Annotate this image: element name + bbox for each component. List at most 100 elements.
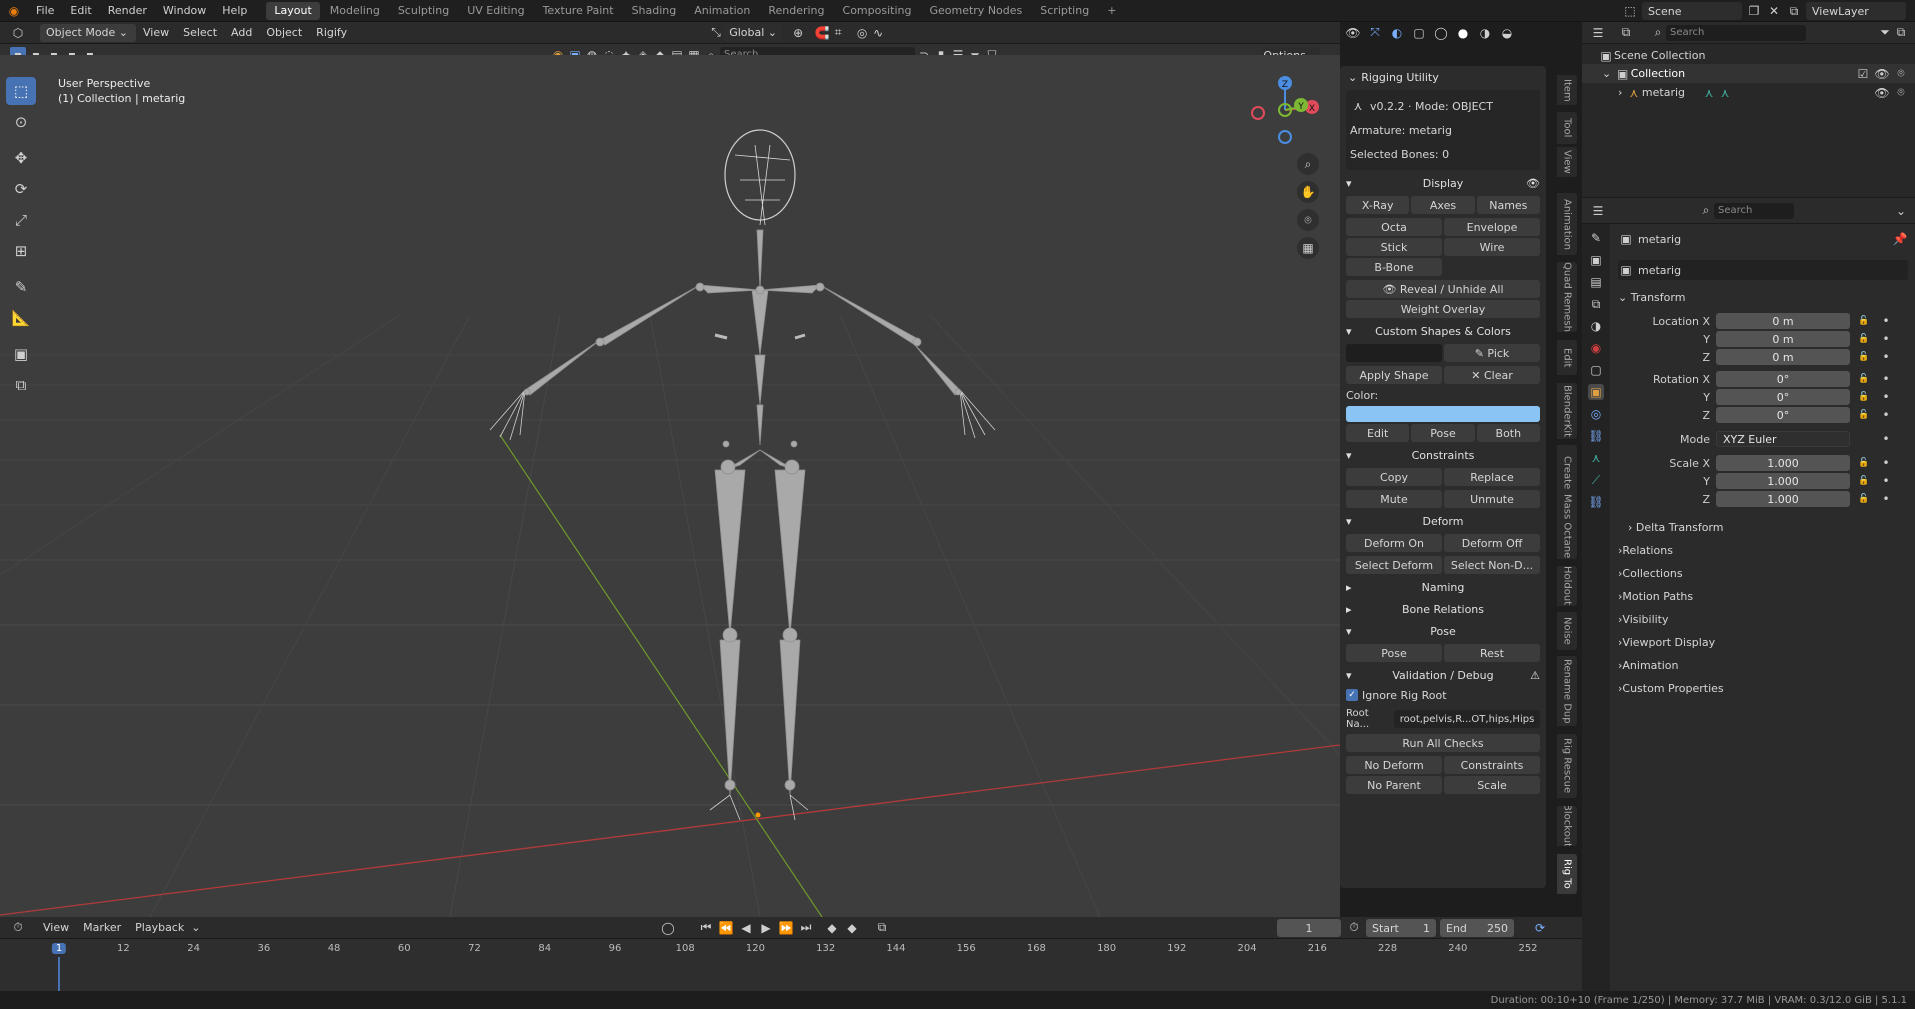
blender-logo-icon[interactable]: ◉ (6, 3, 22, 19)
lock-icon[interactable]: 🔓 (1856, 313, 1872, 329)
end-frame-field[interactable]: End 250 (1440, 919, 1514, 937)
eye-icon[interactable]: 👁 (1874, 85, 1890, 101)
bone-relations-section-header[interactable]: ▸ Bone Relations (1346, 598, 1540, 620)
scale-x-field[interactable]: 1.000 (1716, 455, 1850, 471)
keyframe-dot-icon[interactable]: • (1878, 455, 1894, 471)
side-tab-view[interactable]: View (1557, 147, 1577, 177)
tab-modeling[interactable]: Modeling (322, 2, 388, 20)
side-tab-rig-rescue[interactable]: Rig Rescue (1557, 734, 1577, 798)
run-all-checks-button[interactable]: Run All Checks (1346, 734, 1540, 752)
side-tab-mass-octane[interactable]: Mass Octane (1557, 494, 1577, 559)
rotation-y-field[interactable]: 0° (1716, 389, 1850, 405)
wire-button[interactable]: Wire (1444, 238, 1540, 256)
properties-editor-icon[interactable]: ☰ (1590, 203, 1606, 219)
rotation-x-field[interactable]: 0° (1716, 371, 1850, 387)
bone-color-swatch[interactable] (1346, 406, 1540, 422)
names-button[interactable]: Names (1476, 196, 1540, 214)
tab-uv-editing[interactable]: UV Editing (459, 2, 532, 20)
rig-panel-header[interactable]: ⌄ Rigging Utility (1340, 66, 1546, 88)
xray-button[interactable]: X-Ray (1346, 196, 1410, 214)
tab-animation[interactable]: Animation (686, 2, 758, 20)
new-collection-icon[interactable]: ⧉ (1893, 25, 1909, 41)
edit-color-button[interactable]: Edit (1346, 424, 1410, 442)
proportional-edit-icon[interactable]: ◎ (854, 25, 870, 41)
octa-button[interactable]: Octa (1346, 218, 1442, 236)
section-collections[interactable]: › Collections (1618, 561, 1908, 584)
properties-search-input[interactable]: Search (1714, 202, 1794, 219)
both-color-button[interactable]: Both (1476, 424, 1540, 442)
shape-object-field[interactable] (1346, 344, 1442, 362)
object-datablock-field[interactable]: ▣ metarig (1618, 260, 1908, 280)
select-non-deform-button[interactable]: Select Non-D... (1444, 556, 1540, 574)
view-layer-tab-icon[interactable]: ⧉ (1588, 296, 1604, 312)
tab-layout[interactable]: Layout (266, 1, 320, 20)
pick-button[interactable]: ✎ Pick (1444, 344, 1540, 362)
render-tab-icon[interactable]: ▣ (1588, 252, 1604, 268)
keyframe-dot-icon[interactable]: • (1878, 491, 1894, 507)
keyframe-dot-icon[interactable]: • (1878, 389, 1894, 405)
tab-sculpting[interactable]: Sculpting (390, 2, 457, 20)
constraints-check-button[interactable]: Constraints (1444, 756, 1540, 774)
pivot-icon[interactable]: ⊕ (790, 25, 806, 41)
deform-on-button[interactable]: Deform On (1346, 534, 1442, 552)
add-workspace-button[interactable]: + (1099, 2, 1124, 20)
tab-shading[interactable]: Shading (624, 2, 685, 20)
keyframe-dot-icon[interactable]: • (1878, 473, 1894, 489)
side-tab-noise[interactable]: Noise (1557, 612, 1577, 650)
mode-selector[interactable]: Object Mode ⌄ (40, 23, 136, 42)
lock-icon[interactable]: 🔓 (1856, 371, 1872, 387)
armature-metarig[interactable] (489, 129, 996, 821)
menu-view[interactable]: View (136, 26, 176, 39)
scale-check-button[interactable]: Scale (1444, 776, 1540, 794)
weight-overlay-button[interactable]: Weight Overlay (1346, 300, 1540, 318)
gizmo-neg-z[interactable] (1278, 130, 1292, 144)
deform-off-button[interactable]: Deform Off (1444, 534, 1540, 552)
lock-icon[interactable]: 🔓 (1856, 349, 1872, 365)
zoom-icon[interactable]: ⌕ (1297, 153, 1319, 175)
outliner-search-input[interactable]: Search (1666, 24, 1806, 41)
menu-rigify[interactable]: Rigify (309, 26, 354, 39)
side-tab-quad-remesh[interactable]: Quad Remesh (1557, 262, 1577, 332)
side-tab-create[interactable]: Create (1557, 445, 1577, 500)
cursor-tool-icon[interactable]: ⊙ (6, 108, 36, 136)
tab-rendering[interactable]: Rendering (760, 2, 832, 20)
lock-icon[interactable]: 🔓 (1856, 407, 1872, 423)
3d-viewport[interactable]: User Perspective (1) Collection | metari… (0, 55, 1340, 917)
side-tab-blockout[interactable]: Blockout (1557, 806, 1577, 846)
metarig-row[interactable]: › ⋏ metarig ⋏ ⋏ 👁 ⌾ (1582, 83, 1915, 102)
rotate-tool-icon[interactable]: ⟳ (6, 175, 36, 203)
side-tab-rig-to[interactable]: Rig To (1557, 854, 1577, 894)
side-tab-holdout[interactable]: Holdout (1557, 566, 1577, 606)
section-animation[interactable]: › Animation (1618, 653, 1908, 676)
transform-orientation-selector[interactable]: Global ⌄ (724, 23, 783, 42)
view-layer-selector[interactable]: ViewLayer (1806, 2, 1906, 20)
bone-constraints-tab-icon[interactable]: ⛓ (1588, 494, 1604, 510)
checkbox-icon[interactable]: ☑ (1855, 66, 1871, 82)
section-relations[interactable]: › Relations (1618, 538, 1908, 561)
timeline-menu-marker[interactable]: Marker (76, 921, 128, 934)
collection-tab-icon[interactable]: ▢ (1588, 362, 1604, 378)
menu-help[interactable]: Help (214, 0, 255, 22)
menu-render[interactable]: Render (100, 0, 155, 22)
outliner-editor-icon[interactable]: ☰ (1590, 25, 1606, 41)
constraints-tab-icon[interactable]: ⛓ (1588, 428, 1604, 444)
jump-end-icon[interactable]: ⏭ (798, 920, 814, 936)
side-tab-tool[interactable]: Tool (1557, 112, 1577, 144)
record-icon[interactable]: ◯ (660, 920, 676, 936)
display-section-header[interactable]: ▾ Display 👁 (1346, 172, 1540, 194)
playhead-line[interactable] (58, 957, 60, 991)
snap-target-icon[interactable]: ⌗ (830, 25, 846, 41)
annotate-tool-icon[interactable]: ✎ (6, 273, 36, 301)
playback-dropdown-icon[interactable]: ⌄ (191, 921, 200, 934)
keyframe-dot-icon[interactable]: • (1878, 349, 1894, 365)
apply-shape-button[interactable]: Apply Shape (1346, 366, 1442, 384)
side-tab-animation[interactable]: Animation (1557, 193, 1577, 255)
menu-select[interactable]: Select (176, 26, 224, 39)
add-object-tool-icon[interactable]: ⧉ (6, 371, 36, 399)
constraints-section-header[interactable]: ▾ Constraints (1346, 444, 1540, 466)
keyframe-dot-icon[interactable]: • (1878, 331, 1894, 347)
side-tab-rename-dup[interactable]: Rename Dup (1557, 656, 1577, 726)
no-deform-check-button[interactable]: No Deform (1346, 756, 1442, 774)
select-deform-button[interactable]: Select Deform (1346, 556, 1442, 574)
no-parent-check-button[interactable]: No Parent (1346, 776, 1442, 794)
